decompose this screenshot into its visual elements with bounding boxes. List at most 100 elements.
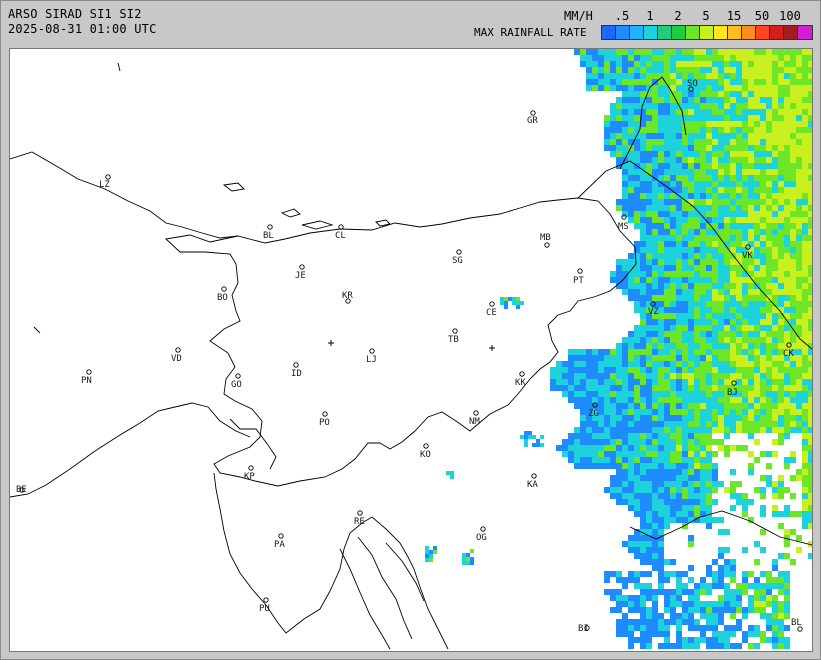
- rain-cell: [712, 421, 718, 427]
- rain-cell: [586, 463, 592, 469]
- rain-cell: [718, 481, 724, 487]
- rain-cell: [772, 409, 778, 415]
- rain-cell: [592, 367, 598, 373]
- rain-cell: [628, 439, 634, 445]
- rain-cell: [688, 505, 694, 511]
- rain-cell: [616, 607, 622, 613]
- rain-cell: [652, 151, 658, 157]
- rain-cell: [742, 271, 748, 277]
- rain-cell: [790, 277, 796, 283]
- rain-cell: [706, 163, 712, 169]
- rain-cell: [628, 91, 634, 97]
- rain-cell: [736, 607, 742, 613]
- rain-cell: [712, 559, 718, 565]
- rain-cell: [700, 181, 706, 187]
- rain-cell: [658, 337, 664, 343]
- rain-cell: [784, 361, 790, 367]
- rain-cell: [730, 631, 736, 637]
- rain-cell: [670, 463, 676, 469]
- rain-cell: [568, 457, 574, 463]
- rain-cell: [760, 187, 766, 193]
- rain-cell: [682, 187, 688, 193]
- rain-cell: [724, 565, 730, 571]
- rain-cell: [622, 199, 628, 205]
- rain-cell: [646, 133, 652, 139]
- rain-cell: [802, 493, 808, 499]
- rain-cell: [670, 571, 676, 577]
- rain-cell: [796, 367, 802, 373]
- rain-cell: [772, 511, 778, 517]
- rain-cell: [784, 97, 790, 103]
- rain-cell: [718, 337, 724, 343]
- rain-cell: [778, 187, 784, 193]
- rain-cell: [634, 241, 640, 247]
- city-label: BL: [263, 231, 274, 241]
- rain-cell: [550, 373, 556, 379]
- rain-cell: [802, 367, 808, 373]
- rain-cell: [700, 367, 706, 373]
- rain-cell: [736, 67, 742, 73]
- rain-cell: [616, 205, 622, 211]
- rain-cell: [676, 373, 682, 379]
- rain-cell: [586, 421, 592, 427]
- rain-cell: [736, 619, 742, 625]
- rain-cell: [586, 439, 592, 445]
- rain-cell: [760, 253, 766, 259]
- rain-cell: [718, 145, 724, 151]
- rain-cell: [682, 439, 688, 445]
- rain-cell: [664, 511, 670, 517]
- rain-cell: [808, 115, 812, 121]
- city-marker-bl: BL: [263, 224, 274, 241]
- rain-cell: [628, 79, 634, 85]
- city-dot: [299, 264, 305, 270]
- rain-cell: [748, 289, 754, 295]
- rain-cell: [790, 151, 796, 157]
- rain-cell: [516, 301, 520, 305]
- city-dot: [456, 249, 462, 255]
- rain-cell: [670, 181, 676, 187]
- rain-cell: [622, 367, 628, 373]
- rain-cell: [694, 367, 700, 373]
- rain-cell: [796, 199, 802, 205]
- rain-cell: [652, 505, 658, 511]
- rain-cell: [802, 523, 808, 529]
- rain-cell: [646, 385, 652, 391]
- rain-cell: [592, 391, 598, 397]
- rain-cell: [712, 469, 718, 475]
- rain-cell: [802, 205, 808, 211]
- rain-cell: [628, 595, 634, 601]
- rain-cell: [616, 85, 622, 91]
- rain-cell: [718, 397, 724, 403]
- rain-cell: [646, 331, 652, 337]
- rain-cell: [736, 139, 742, 145]
- rain-cell: [616, 487, 622, 493]
- rain-cell: [754, 115, 760, 121]
- rain-cell: [574, 445, 580, 451]
- rain-cell: [604, 589, 610, 595]
- rain-cell: [622, 445, 628, 451]
- rain-cell: [628, 355, 634, 361]
- rain-cell: [670, 199, 676, 205]
- rain-cell: [652, 121, 658, 127]
- rain-cell: [580, 373, 586, 379]
- rain-cell: [700, 271, 706, 277]
- city-marker-go: GO: [231, 373, 242, 390]
- rain-cell: [706, 175, 712, 181]
- rain-cell: [664, 433, 670, 439]
- rain-cell: [652, 433, 658, 439]
- rain-cell: [688, 229, 694, 235]
- rain-cell: [640, 475, 646, 481]
- rain-cell: [670, 163, 676, 169]
- rain-cell: [760, 229, 766, 235]
- rain-cell: [790, 457, 796, 463]
- rain-cell: [676, 475, 682, 481]
- rain-cell: [712, 115, 718, 121]
- rain-cell: [772, 379, 778, 385]
- rain-cell: [766, 481, 772, 487]
- rain-cell: [568, 397, 574, 403]
- rain-cell: [712, 391, 718, 397]
- city-dot: [544, 242, 550, 248]
- title-block: ARSO SIRAD SI1 SI2 2025-08-31 01:00 UTC: [8, 7, 157, 37]
- rain-cell: [772, 109, 778, 115]
- rain-cell: [796, 325, 802, 331]
